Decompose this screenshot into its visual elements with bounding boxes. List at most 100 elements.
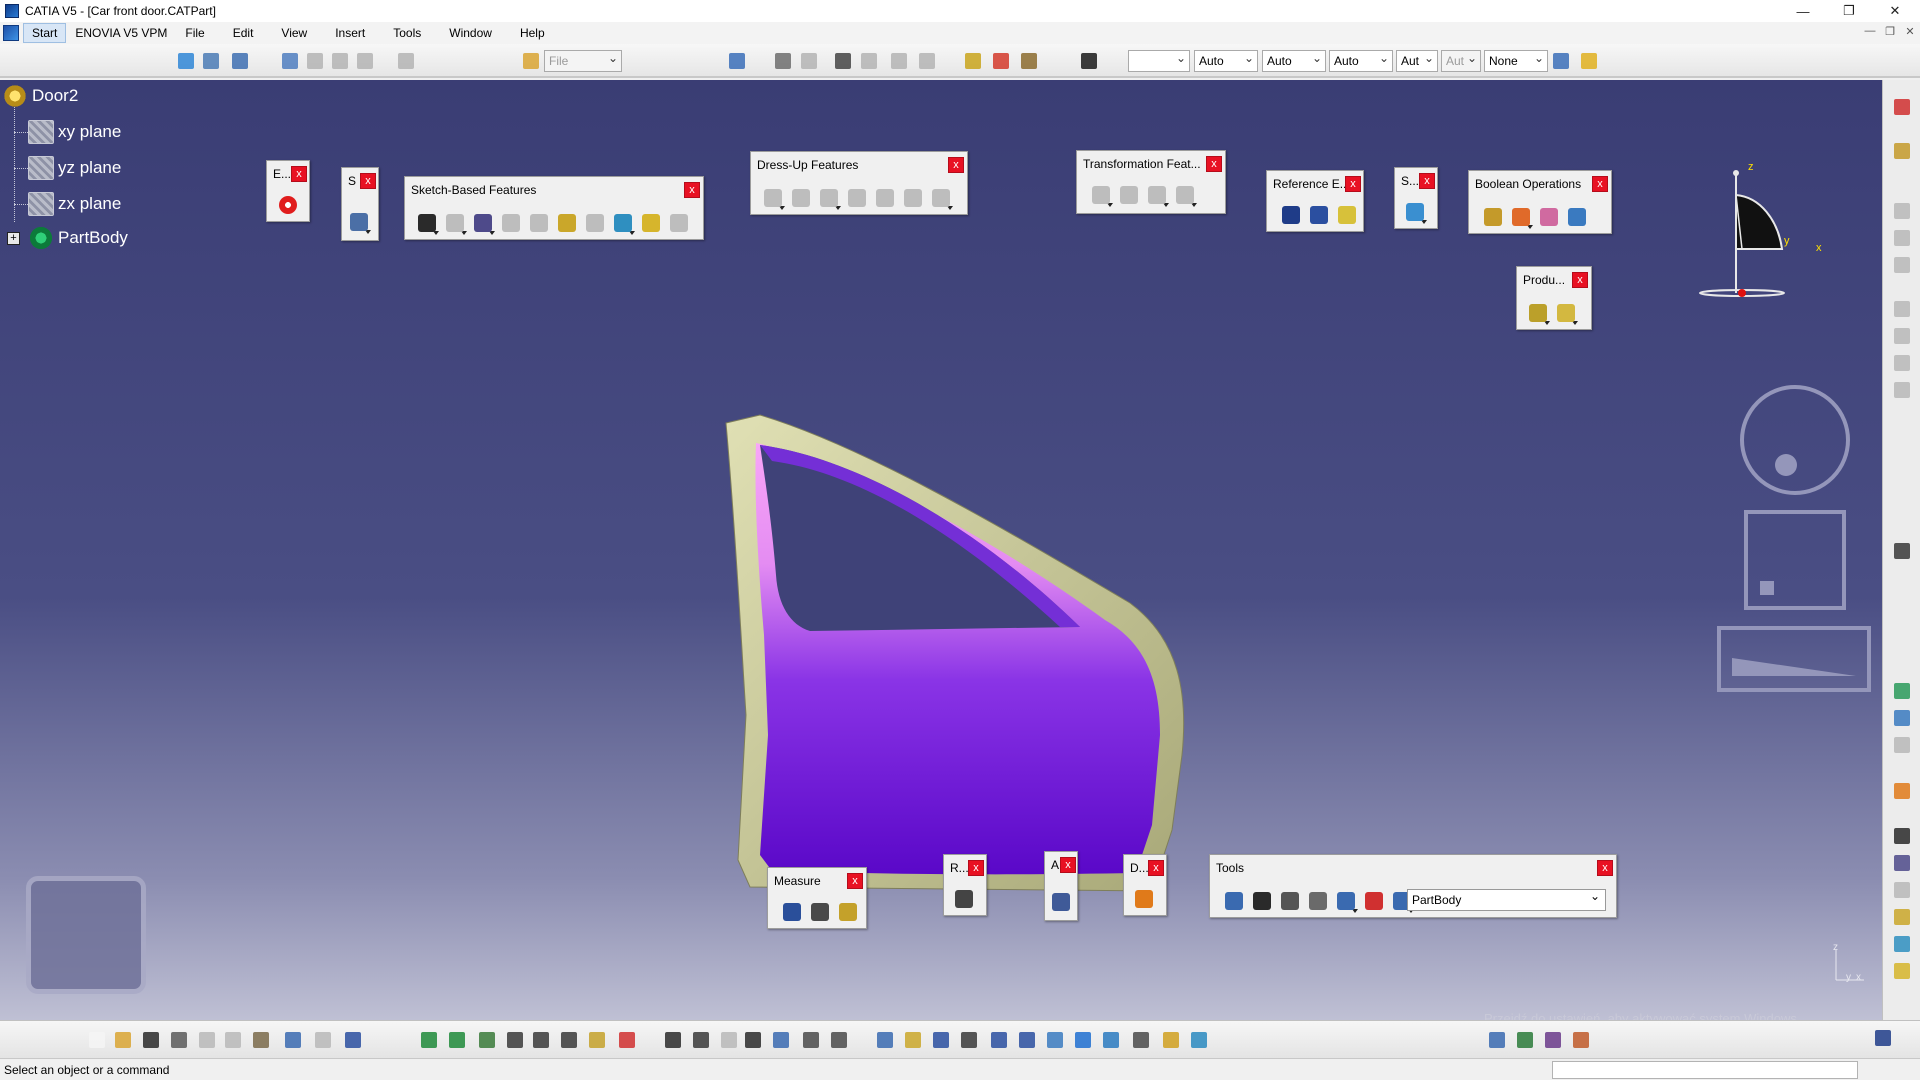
pattern-icon[interactable] [1145,183,1169,207]
remove-lump-icon[interactable] [1565,205,1589,229]
product-tool-icon[interactable] [1554,301,1578,325]
anchor-icon[interactable] [586,1029,608,1051]
open-folder-icon[interactable] [520,50,542,72]
undo-icon[interactable] [282,1029,304,1051]
tree-item-yz-plane[interactable]: yz plane [28,156,121,180]
command-input[interactable] [1552,1061,1858,1079]
help-icon[interactable] [342,1029,364,1051]
file-combo[interactable]: File [544,48,622,72]
dimension-icon[interactable] [558,1029,580,1051]
whats-this-icon[interactable] [229,50,251,72]
menu-file[interactable]: File [176,22,213,44]
print-icon[interactable] [168,1029,190,1051]
sketch-based-features-toolbar[interactable]: Sketch-Based Features x [404,176,704,240]
partbody-expander[interactable]: + [7,232,20,245]
draft-analysis-icon[interactable] [1132,887,1156,911]
compass-icon[interactable] [1690,165,1830,315]
workbench-icon[interactable] [200,50,222,72]
formula-icon[interactable] [832,50,854,72]
toolbar-close-button[interactable]: x [1148,860,1164,876]
assemble-icon[interactable] [1481,205,1505,229]
workbench-shape-icon[interactable] [1514,1029,1536,1051]
menu-insert[interactable]: Insert [326,22,374,44]
hide-show-icon[interactable] [1160,1029,1182,1051]
thread-icon[interactable] [901,186,925,210]
tools-toolbar[interactable]: Tools x PartBody ⌄ [1209,854,1617,918]
minimize-button[interactable]: — [1780,0,1826,22]
pocket-icon[interactable] [443,211,467,235]
plane-tool-icon[interactable] [1335,203,1359,227]
exit-icon[interactable] [276,193,300,217]
chevron-down-icon[interactable]: ⌄ [1590,889,1600,903]
select-arrow-icon[interactable] [1891,780,1913,802]
point-icon[interactable] [1279,203,1303,227]
rib-icon[interactable] [555,211,579,235]
rule-icon[interactable] [770,1029,792,1051]
transparency-combo[interactable]: Auto [1194,48,1258,72]
zoom-in-icon[interactable] [988,1029,1010,1051]
new-document-icon[interactable] [86,1029,108,1051]
transformation-features-toolbar[interactable]: Transformation Feat... x [1076,150,1226,214]
properties-icon[interactable] [1578,50,1600,72]
tree-item-xy-plane[interactable]: xy plane [28,120,121,144]
add-icon[interactable] [1509,205,1533,229]
removed-multi-section-icon[interactable] [667,211,691,235]
render-toolbar[interactable]: R... x [943,854,987,916]
toolbar-close-button[interactable]: x [847,873,863,889]
layer-combo[interactable]: None [1484,48,1548,72]
chamfer-icon[interactable] [789,186,813,210]
texture-icon[interactable] [1018,50,1040,72]
save-icon[interactable] [140,1029,162,1051]
mdi-minimize-button[interactable]: — [1860,25,1880,41]
mirror-icon[interactable] [1117,183,1141,207]
toolbar-close-button[interactable]: x [1572,272,1588,288]
menu-enovia[interactable]: ENOVIA V5 VPM [66,22,176,44]
dress-up-features-toolbar[interactable]: Dress-Up Features x [750,151,968,215]
settings-gear-icon[interactable] [1891,540,1913,562]
analysis-toolbar[interactable]: A x [1044,851,1078,921]
stiffener-shortcut-icon[interactable] [1891,933,1913,955]
toolbar-close-button[interactable]: x [968,860,984,876]
menu-help[interactable]: Help [511,22,554,44]
reference-elements-toolbar[interactable]: Reference E... x [1266,170,1364,232]
draft-icon[interactable] [817,186,841,210]
slot-icon[interactable] [583,211,607,235]
groove-icon[interactable] [499,211,523,235]
scaling-icon[interactable] [1173,183,1197,207]
law-icon[interactable] [828,1029,850,1051]
pan-view-icon[interactable] [930,1029,952,1051]
compass[interactable]: z x y [1690,161,1830,315]
swap-visible-icon[interactable] [1188,1029,1210,1051]
capture-icon[interactable] [952,887,976,911]
fillet-icon[interactable] [761,186,785,210]
mdi-restore-button[interactable]: ❐ [1880,25,1900,41]
toolbar-close-button[interactable]: x [291,166,307,182]
menu-view[interactable]: View [272,22,316,44]
knowledge-icon[interactable] [772,50,794,72]
maximize-button[interactable]: ❐ [1826,0,1872,22]
rotate-view-icon[interactable] [958,1029,980,1051]
toolbar-close-button[interactable]: x [1345,176,1361,192]
design-table-icon[interactable] [726,50,748,72]
menu-edit[interactable]: Edit [224,22,263,44]
zoom-out-icon[interactable] [1016,1029,1038,1051]
scan-icon[interactable] [1250,889,1274,913]
grid-icon[interactable] [1306,889,1330,913]
point-style-icon[interactable] [1078,50,1100,72]
rib-shortcut-icon[interactable] [1891,906,1913,928]
redo-icon[interactable] [312,1029,334,1051]
point-type-combo[interactable]: Aut [1396,48,1438,72]
exit-workbench-toolbar[interactable]: E... x [266,160,310,222]
toolbar-close-button[interactable]: x [1597,860,1613,876]
catalog-browse-icon[interactable] [1891,707,1913,729]
toolbar-close-button[interactable]: x [1419,173,1435,189]
toolbar-close-button[interactable]: x [684,182,700,198]
loft-shortcut-icon[interactable] [1891,960,1913,982]
tree-item-zx-plane[interactable]: zx plane [28,192,121,216]
close-window-button[interactable]: ✕ [1872,0,1918,22]
select-sketch-icon[interactable] [175,50,197,72]
multi-section-solid-icon[interactable] [639,211,663,235]
rotate-icon[interactable] [446,1029,468,1051]
open-icon[interactable] [112,1029,134,1051]
pdf-export-icon[interactable] [1891,96,1913,118]
